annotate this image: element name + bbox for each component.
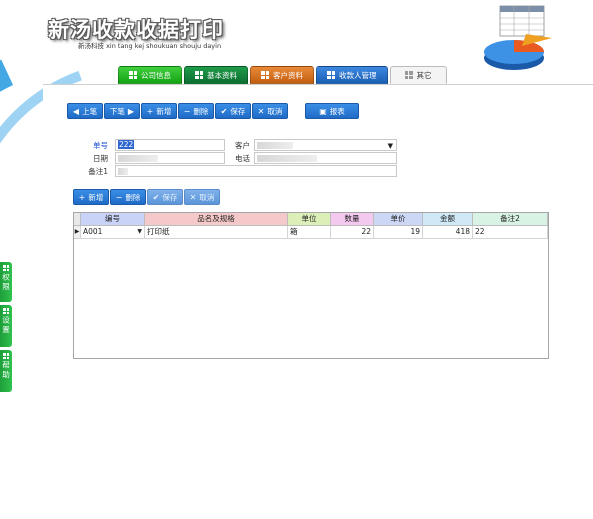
report-label: 报表 xyxy=(329,106,345,116)
row-indicator-header xyxy=(74,213,81,226)
tab-company-info[interactable]: 公司信息 xyxy=(118,66,182,84)
chevron-down-icon: ▼ xyxy=(387,142,393,150)
detail-add-label: 新增 xyxy=(88,192,104,202)
cell-code-value: A001 xyxy=(83,227,103,236)
tab-label: 其它 xyxy=(416,70,432,80)
delete-label: 删除 xyxy=(193,106,209,116)
cancel-button[interactable]: ✕ 取消 xyxy=(252,103,288,119)
tab-customer-data[interactable]: 客户资料 xyxy=(250,66,314,84)
detail-grid: 编号 品名及规格 单位 数量 单价 金额 备注2 ▶ A001 ▼ 打印纸 箱 … xyxy=(73,212,549,359)
side-tab-label: 帮助 xyxy=(1,361,11,380)
prev-label: 上笔 xyxy=(82,106,98,116)
side-tab-label: 权限 xyxy=(1,273,11,292)
blurred-value xyxy=(118,154,158,162)
prev-button[interactable]: ◀ 上笔 xyxy=(67,103,103,119)
cell-unit[interactable]: 箱 xyxy=(288,226,331,239)
phone-label: 电话 xyxy=(235,154,250,163)
col-header-name[interactable]: 品名及规格 xyxy=(145,213,288,226)
detail-cancel-button[interactable]: ✕ 取消 xyxy=(184,189,220,205)
detail-delete-button[interactable]: − 删除 xyxy=(110,189,146,205)
col-header-code[interactable]: 编号 xyxy=(81,213,145,226)
grid-icon xyxy=(3,308,9,314)
tab-label: 基本资料 xyxy=(207,70,237,80)
arrow-left-icon: ◀ xyxy=(72,106,80,116)
cell-code[interactable]: A001 ▼ xyxy=(81,226,145,239)
col-header-remark[interactable]: 备注2 xyxy=(473,213,548,226)
date-input[interactable] xyxy=(115,152,225,164)
close-icon: ✕ xyxy=(257,106,265,116)
cell-price[interactable]: 19 xyxy=(374,226,423,239)
col-header-amount[interactable]: 金额 xyxy=(423,213,473,226)
main-tabs: 公司信息 基本资料 客户资料 收款人管理 其它 xyxy=(118,66,447,84)
customer-label: 客户 xyxy=(235,141,250,150)
grid-icon xyxy=(3,265,9,271)
pie-chart-logo-icon xyxy=(484,5,552,70)
check-icon: ✔ xyxy=(220,106,228,116)
customer-select[interactable]: ▼ xyxy=(254,139,397,151)
app-subtitle: 新汤科技 xin tang kej shoukuan shouju dayin xyxy=(78,42,222,50)
doc-no-value: 222 xyxy=(118,140,135,149)
side-tab-settings[interactable]: 设置 xyxy=(0,305,12,347)
table-row[interactable]: ▶ A001 ▼ 打印纸 箱 22 19 418 22 xyxy=(74,226,548,239)
grid-header: 编号 品名及规格 单位 数量 单价 金额 备注2 xyxy=(74,213,548,226)
report-icon: ▣ xyxy=(319,106,327,116)
cell-remark[interactable]: 22 xyxy=(473,226,548,239)
cell-amount[interactable]: 418 xyxy=(423,226,473,239)
tab-other[interactable]: 其它 xyxy=(389,66,447,84)
blurred-value xyxy=(257,141,293,149)
tab-label: 收款人管理 xyxy=(339,70,377,80)
plus-icon: + xyxy=(146,106,154,116)
detail-save-label: 保存 xyxy=(162,192,178,202)
row-pointer-icon: ▶ xyxy=(74,226,81,239)
remark-input[interactable] xyxy=(115,165,397,177)
grid-icon xyxy=(129,71,137,79)
col-header-qty[interactable]: 数量 xyxy=(331,213,374,226)
tab-basic-data[interactable]: 基本资料 xyxy=(184,66,248,84)
detail-delete-label: 删除 xyxy=(125,192,141,202)
add-button[interactable]: + 新增 xyxy=(141,103,177,119)
grid-icon xyxy=(3,353,9,359)
next-button[interactable]: 下笔 ▶ xyxy=(104,103,140,119)
check-icon: ✔ xyxy=(152,192,160,202)
report-button[interactable]: ▣ 报表 xyxy=(305,103,359,119)
col-header-price[interactable]: 单价 xyxy=(374,213,423,226)
cell-qty[interactable]: 22 xyxy=(331,226,374,239)
save-label: 保存 xyxy=(230,106,246,116)
tab-payee-management[interactable]: 收款人管理 xyxy=(316,66,388,84)
doc-no-label: 单号 xyxy=(93,141,108,150)
minus-icon: − xyxy=(115,192,123,202)
detail-add-button[interactable]: + 新增 xyxy=(73,189,109,205)
tab-label: 客户资料 xyxy=(273,70,303,80)
detail-save-button[interactable]: ✔ 保存 xyxy=(147,189,183,205)
grid-icon xyxy=(404,71,413,79)
detail-cancel-label: 取消 xyxy=(199,192,215,202)
chevron-down-icon[interactable]: ▼ xyxy=(137,226,142,238)
grid-icon xyxy=(261,71,269,79)
blurred-value xyxy=(118,167,128,175)
delete-button[interactable]: − 删除 xyxy=(178,103,214,119)
grid-icon xyxy=(327,71,335,79)
side-tab-help[interactable]: 帮助 xyxy=(0,350,12,392)
plus-icon: + xyxy=(78,192,86,202)
cell-name[interactable]: 打印纸 xyxy=(145,226,288,239)
tab-label: 公司信息 xyxy=(141,70,171,80)
phone-input[interactable] xyxy=(254,152,397,164)
minus-icon: − xyxy=(183,106,191,116)
grid-icon xyxy=(195,71,203,79)
close-icon: ✕ xyxy=(189,192,197,202)
col-header-unit[interactable]: 单位 xyxy=(288,213,331,226)
side-tab-permissions[interactable]: 权限 xyxy=(0,262,12,302)
date-label: 日期 xyxy=(93,154,108,163)
next-label: 下笔 xyxy=(109,106,125,116)
remark-label: 备注1 xyxy=(88,167,108,176)
side-tab-label: 设置 xyxy=(1,316,11,335)
doc-no-input[interactable]: 222 xyxy=(115,139,225,151)
add-label: 新增 xyxy=(156,106,172,116)
cancel-label: 取消 xyxy=(267,106,283,116)
arrow-right-icon: ▶ xyxy=(127,106,135,116)
save-button[interactable]: ✔ 保存 xyxy=(215,103,251,119)
blurred-value xyxy=(257,154,317,162)
